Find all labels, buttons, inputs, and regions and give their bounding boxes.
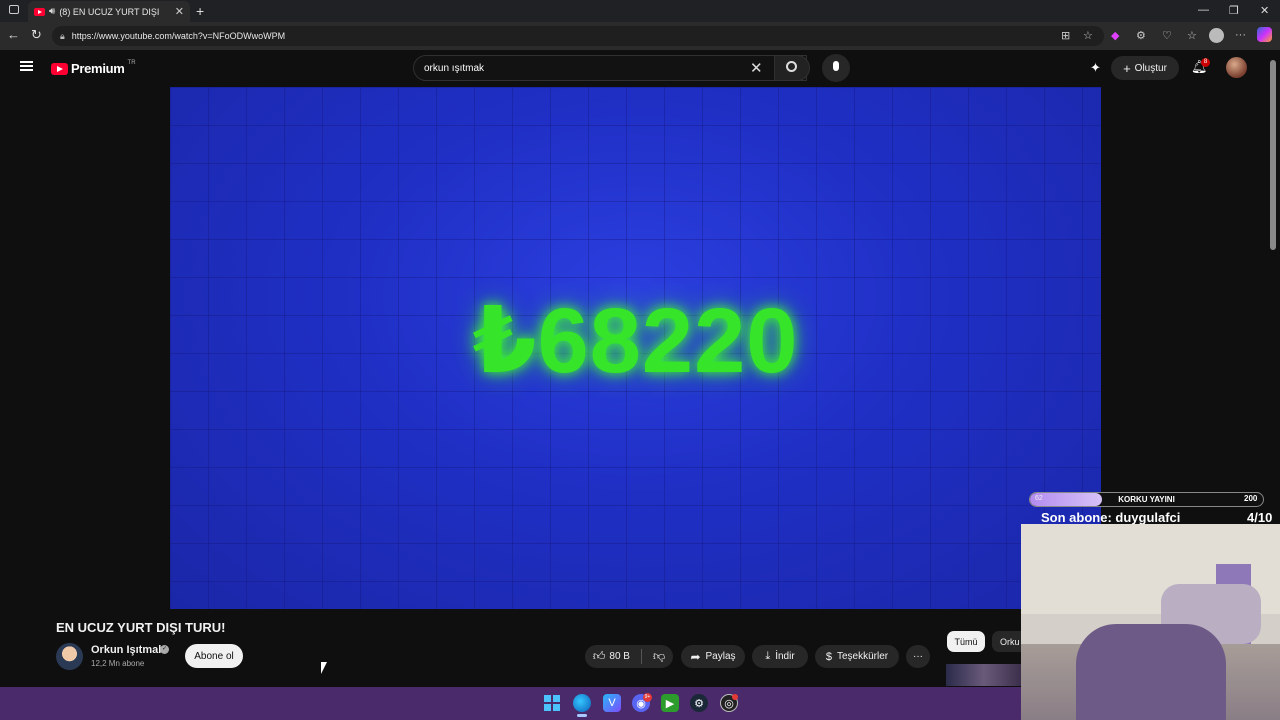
minimize-icon[interactable]: — <box>1198 4 1209 16</box>
channel-subscribers: 12,2 Mn abone <box>91 659 145 668</box>
webcam-chair <box>1076 624 1226 720</box>
create-label: Oluştur <box>1134 62 1167 74</box>
thanks-label: Teşekkürler <box>836 651 889 662</box>
copilot-icon[interactable] <box>1257 27 1272 42</box>
more-actions-button[interactable]: ··· <box>906 645 930 668</box>
channel-name[interactable]: Orkun Işıtmak <box>91 644 164 656</box>
video-overlay-price: ₺68220 <box>472 290 799 392</box>
new-tab-icon[interactable]: + <box>196 3 204 19</box>
like-divider <box>640 649 642 664</box>
speaker-icon[interactable]: 🔊︎ <box>49 6 55 17</box>
tab-close-icon[interactable]: ✕ <box>175 5 184 18</box>
verified-icon: ✓ <box>160 645 169 654</box>
media-player-icon[interactable]: ▶ <box>661 694 679 712</box>
download-icon: ⤓ <box>765 650 771 662</box>
youtube-favicon-icon <box>34 7 45 16</box>
browser-tab-active[interactable]: 🔊︎ (8) EN UCUZ YURT DIŞI TURU ✕ <box>28 1 190 22</box>
scrollbar-thumb[interactable] <box>1270 60 1276 250</box>
premium-gift-icon[interactable]: ✦ <box>1090 60 1101 76</box>
mouse-cursor-icon <box>321 662 327 674</box>
more-options-icon[interactable]: ··· <box>1235 29 1246 41</box>
goal-max: 200 <box>1244 494 1258 503</box>
lock-icon: 🔒︎ <box>60 30 65 41</box>
channel-avatar[interactable] <box>56 643 83 670</box>
window-close-icon[interactable]: ✕ <box>1260 4 1269 17</box>
recording-dot-icon <box>732 694 738 700</box>
thanks-button[interactable]: $ Teşekkürler <box>815 645 899 668</box>
youtube-logo-icon <box>51 62 68 75</box>
subscriber-goal: 4/10 <box>1247 510 1273 525</box>
goal-label: KORKU YAYINI <box>1118 495 1175 504</box>
steam-icon[interactable]: ⚙ <box>690 694 708 712</box>
dislike-button[interactable]: 👎︎ <box>653 649 665 664</box>
tab-actions-icon[interactable] <box>9 5 19 14</box>
thumbs-down-icon: 👎︎ <box>652 649 666 663</box>
download-label: İndir <box>775 651 795 662</box>
super-thanks-icon: $ <box>825 650 832 663</box>
extension-icon[interactable]: ◆ <box>1111 29 1119 42</box>
back-icon[interactable]: ← <box>7 27 20 42</box>
youtube-premium-logo[interactable]: Premium TR <box>51 59 136 76</box>
share-button[interactable]: ➦ Paylaş <box>681 645 745 668</box>
reload-icon[interactable]: ↻ <box>31 27 42 43</box>
notification-badge: 8 <box>1201 58 1210 67</box>
address-bar[interactable]: 🔒︎ https://www.youtube.com/watch?v=NFoOD… <box>52 26 1104 46</box>
share-label: Paylaş <box>705 651 736 662</box>
active-app-indicator <box>577 714 587 717</box>
webcam-feed <box>1021 524 1280 720</box>
edge-icon[interactable] <box>573 694 591 712</box>
related-video-thumbnail[interactable] <box>946 664 1022 686</box>
last-subscriber: Son abone: duygulafci <box>1041 510 1181 525</box>
windows-start-icon[interactable] <box>543 694 561 712</box>
tab-title: (8) EN UCUZ YURT DIŞI TURU <box>59 6 160 17</box>
plus-icon: + <box>1123 60 1131 76</box>
subscribe-button[interactable]: Abone ol <box>185 644 243 668</box>
menu-icon[interactable] <box>20 61 33 71</box>
thumbs-up-icon: 👍︎ <box>592 649 606 663</box>
favorites-icon[interactable]: ☆ <box>1187 29 1197 42</box>
search-button[interactable] <box>774 55 810 81</box>
download-button[interactable]: ⤓ İndir <box>752 645 808 668</box>
search-input[interactable]: orkun ışıtmak <box>413 55 807 81</box>
restore-icon[interactable]: ❐ <box>1229 4 1239 17</box>
like-dislike-group: 👍︎ 80 B 👎︎ <box>585 645 673 668</box>
search-icon <box>786 61 797 72</box>
discord-badge: 9+ <box>643 693 652 702</box>
video-title: EN UCUZ YURT DIŞI TURU! <box>56 620 226 635</box>
youtube-header: Premium TR orkun ışıtmak ✕ ✦ + Oluştur 🔔… <box>0 50 1268 86</box>
chip-all[interactable]: Tümü <box>947 631 985 652</box>
windows-taskbar <box>0 687 1021 720</box>
clear-search-icon[interactable]: ✕ <box>750 59 763 77</box>
video-player[interactable]: ₺68220 <box>170 87 1101 609</box>
avatar[interactable] <box>1226 57 1247 78</box>
browser-essentials-icon[interactable]: ♡ <box>1162 29 1172 42</box>
logo-country: TR <box>127 59 136 66</box>
app-available-icon[interactable]: ⊞ <box>1061 29 1070 42</box>
extensions-puzzle-icon[interactable]: ⚙ <box>1136 29 1146 42</box>
browser-toolbar: ← ↻ 🔒︎ https://www.youtube.com/watch?v=N… <box>0 22 1280 50</box>
like-count: 80 B <box>609 651 630 662</box>
share-icon: ➦ <box>690 649 701 664</box>
more-horizontal-icon: ··· <box>913 651 923 662</box>
profile-icon[interactable] <box>1209 28 1224 43</box>
create-button[interactable]: + Oluştur <box>1111 56 1179 80</box>
logo-text: Premium <box>71 61 125 76</box>
like-button[interactable]: 👍︎ 80 B <box>593 649 630 664</box>
url-text: https://www.youtube.com/watch?v=NFoODWwo… <box>71 31 286 41</box>
search-query: orkun ışıtmak <box>424 62 485 74</box>
favorite-star-icon[interactable]: ☆ <box>1083 29 1093 42</box>
browser-tab-strip: 🔊︎ (8) EN UCUZ YURT DIŞI TURU ✕ + — ❐ ✕ <box>0 0 1280 22</box>
mic-icon <box>833 61 839 71</box>
vivaldi-icon[interactable]: V <box>603 694 621 712</box>
voice-search-button[interactable] <box>822 54 850 82</box>
